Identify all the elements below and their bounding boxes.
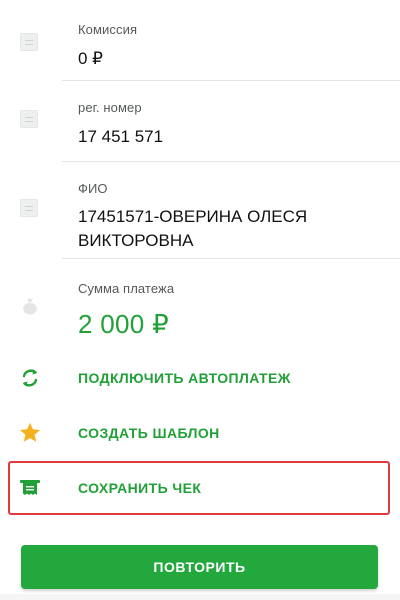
connect-autopay-action[interactable]: ПОДКЛЮЧИТЬ АВТОПЛАТЕЖ — [8, 351, 392, 405]
payment-amount-label: Сумма платежа — [78, 281, 175, 296]
payment-amount-value: 2 000 ₽ — [78, 309, 169, 339]
document-icon — [20, 33, 38, 51]
autopay-refresh-icon — [22, 369, 38, 387]
money-bag-icon — [23, 298, 37, 315]
create-template-action[interactable]: СОЗДАТЬ ШАБЛОН — [8, 406, 392, 460]
commission-value: 0 ₽ — [78, 49, 103, 68]
save-receipt-action[interactable]: СОХРАНИТЬ ЧЕК — [8, 461, 392, 515]
registration-number-value: 17 451 571 — [78, 127, 164, 146]
create-template-label: СОЗДАТЬ ШАБЛОН — [78, 425, 220, 441]
full-name-row: ФИО 17451571-ОВЕРИНА ОЛЕСЯ ВИКТОРОВНА — [0, 162, 400, 258]
bottom-edge — [0, 594, 400, 600]
connect-autopay-label: ПОДКЛЮЧИТЬ АВТОПЛАТЕЖ — [78, 370, 291, 386]
star-icon — [20, 422, 40, 442]
payment-amount-row: Сумма платежа 2 000 ₽ — [0, 259, 400, 351]
document-icon — [20, 110, 38, 128]
registration-number-row: рег. номер 17 451 571 — [0, 81, 400, 161]
commission-row: Комиссия 0 ₽ — [0, 0, 400, 80]
full-name-label: ФИО — [78, 181, 108, 196]
registration-number-label: рег. номер — [78, 100, 142, 115]
full-name-value: 17451571-ОВЕРИНА ОЛЕСЯ ВИКТОРОВНА — [78, 207, 308, 250]
save-receipt-label: СОХРАНИТЬ ЧЕК — [78, 480, 202, 496]
commission-label: Комиссия — [78, 22, 138, 37]
receipt-icon — [20, 480, 40, 495]
payment-details-screen: Комиссия 0 ₽ рег. номер 17 451 571 ФИО 1… — [0, 0, 400, 600]
repeat-button[interactable]: ПОВТОРИТЬ — [21, 545, 378, 589]
document-icon — [20, 199, 38, 217]
